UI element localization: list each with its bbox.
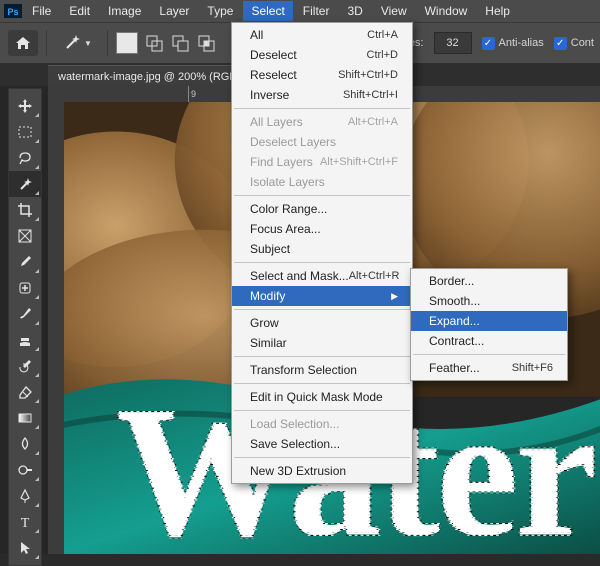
menu-item-save-selection[interactable]: Save Selection... — [232, 434, 412, 454]
move-tool[interactable] — [9, 93, 41, 119]
healing-brush-tool[interactable] — [9, 275, 41, 301]
app-icon: Ps — [4, 4, 22, 18]
pen-tool[interactable] — [9, 483, 41, 509]
selection-mode-group — [116, 32, 216, 54]
app-icon-text: Ps — [7, 7, 18, 17]
options-right: erances: ✓ Anti-alias ✓ Cont — [381, 23, 600, 63]
add-to-selection-button[interactable] — [144, 33, 164, 53]
gradient-tool[interactable] — [9, 405, 41, 431]
menu-help[interactable]: Help — [477, 1, 518, 21]
menu-item-quick-mask[interactable]: Edit in Quick Mask Mode — [232, 387, 412, 407]
menu-3d[interactable]: 3D — [339, 1, 370, 21]
menu-separator — [234, 108, 410, 109]
chevron-down-icon: ▼ — [84, 39, 92, 48]
frame-tool[interactable] — [9, 223, 41, 249]
menu-edit[interactable]: Edit — [61, 1, 98, 21]
check-icon: ✓ — [482, 37, 495, 50]
submenu-item-contract[interactable]: Contract... — [411, 331, 567, 351]
submenu-item-expand[interactable]: Expand... — [411, 311, 567, 331]
menu-item-deselect[interactable]: DeselectCtrl+D — [232, 45, 412, 65]
menu-separator — [234, 195, 410, 196]
path-selection-tool[interactable] — [9, 535, 41, 561]
home-icon — [14, 35, 32, 51]
submenu-item-smooth[interactable]: Smooth... — [411, 291, 567, 311]
svg-text:T: T — [21, 516, 30, 530]
menu-item-color-range[interactable]: Color Range... — [232, 199, 412, 219]
menu-select[interactable]: Select — [243, 1, 292, 21]
submenu-arrow-icon: ▶ — [391, 291, 398, 302]
magic-wand-tool[interactable] — [9, 171, 41, 197]
menu-item-isolate-layers: Isolate Layers — [232, 172, 412, 192]
menu-separator — [413, 354, 565, 355]
modify-submenu: Border... Smooth... Expand... Contract..… — [410, 268, 568, 381]
blur-tool[interactable] — [9, 431, 41, 457]
rectangular-marquee-tool[interactable] — [9, 119, 41, 145]
menu-item-find-layers: Find LayersAlt+Shift+Ctrl+F — [232, 152, 412, 172]
clone-stamp-tool[interactable] — [9, 327, 41, 353]
menu-separator — [234, 262, 410, 263]
home-button[interactable] — [8, 30, 38, 56]
menu-item-deselect-layers: Deselect Layers — [232, 132, 412, 152]
document-tab[interactable]: watermark-image.jpg @ 200% (RGB ✕ — [48, 65, 257, 88]
menu-item-grow[interactable]: Grow — [232, 313, 412, 333]
menu-item-inverse[interactable]: InverseShift+Ctrl+I — [232, 85, 412, 105]
check-icon: ✓ — [554, 37, 567, 50]
contiguous-label: Cont — [571, 37, 594, 49]
submenu-item-border[interactable]: Border... — [411, 271, 567, 291]
submenu-item-feather[interactable]: Feather...Shift+F6 — [411, 358, 567, 378]
menu-separator — [234, 383, 410, 384]
antialias-label: Anti-alias — [499, 37, 544, 49]
tolerance-input[interactable] — [434, 32, 472, 54]
menu-item-modify[interactable]: Modify▶ — [232, 286, 412, 306]
tool-panel: T — [8, 88, 42, 566]
menu-window[interactable]: Window — [417, 1, 476, 21]
eraser-tool[interactable] — [9, 379, 41, 405]
new-selection-button[interactable] — [116, 32, 138, 54]
ruler-tick: 9 — [188, 86, 196, 102]
menu-item-reselect[interactable]: ReselectShift+Ctrl+D — [232, 65, 412, 85]
brush-tool[interactable] — [9, 301, 41, 327]
antialias-checkbox[interactable]: ✓ Anti-alias — [482, 37, 544, 50]
magic-wand-icon — [62, 33, 82, 53]
document-tab-title: watermark-image.jpg @ 200% (RGB — [58, 71, 237, 83]
dodge-tool[interactable] — [9, 457, 41, 483]
subtract-from-selection-button[interactable] — [170, 33, 190, 53]
menu-item-new-3d-extrusion[interactable]: New 3D Extrusion — [232, 461, 412, 481]
separator — [107, 30, 108, 56]
menu-item-load-selection: Load Selection... — [232, 414, 412, 434]
ruler-vertical[interactable] — [48, 102, 65, 554]
menu-layer[interactable]: Layer — [151, 1, 197, 21]
menu-separator — [234, 309, 410, 310]
intersect-selection-button[interactable] — [196, 33, 216, 53]
lasso-tool[interactable] — [9, 145, 41, 171]
menu-type[interactable]: Type — [199, 1, 241, 21]
menu-item-focus-area[interactable]: Focus Area... — [232, 219, 412, 239]
menu-separator — [234, 457, 410, 458]
menu-filter[interactable]: Filter — [295, 1, 338, 21]
menu-item-subject[interactable]: Subject — [232, 239, 412, 259]
menu-item-similar[interactable]: Similar — [232, 333, 412, 353]
menu-item-select-and-mask[interactable]: Select and Mask...Alt+Ctrl+R — [232, 266, 412, 286]
menu-item-transform-selection[interactable]: Transform Selection — [232, 360, 412, 380]
select-menu-dropdown: AllCtrl+A DeselectCtrl+D ReselectShift+C… — [231, 22, 413, 484]
active-tool-indicator[interactable]: ▼ — [55, 30, 99, 56]
menu-separator — [234, 410, 410, 411]
crop-tool[interactable] — [9, 197, 41, 223]
contiguous-checkbox[interactable]: ✓ Cont — [554, 37, 594, 50]
menu-separator — [234, 356, 410, 357]
menubar: Ps File Edit Image Layer Type Select Fil… — [0, 0, 600, 22]
menu-item-all-layers: All LayersAlt+Ctrl+A — [232, 112, 412, 132]
history-brush-tool[interactable] — [9, 353, 41, 379]
menu-file[interactable]: File — [24, 1, 59, 21]
menu-item-all[interactable]: AllCtrl+A — [232, 25, 412, 45]
menu-view[interactable]: View — [373, 1, 415, 21]
type-tool[interactable]: T — [9, 509, 41, 535]
eyedropper-tool[interactable] — [9, 249, 41, 275]
separator — [46, 30, 47, 56]
menu-image[interactable]: Image — [100, 1, 149, 21]
